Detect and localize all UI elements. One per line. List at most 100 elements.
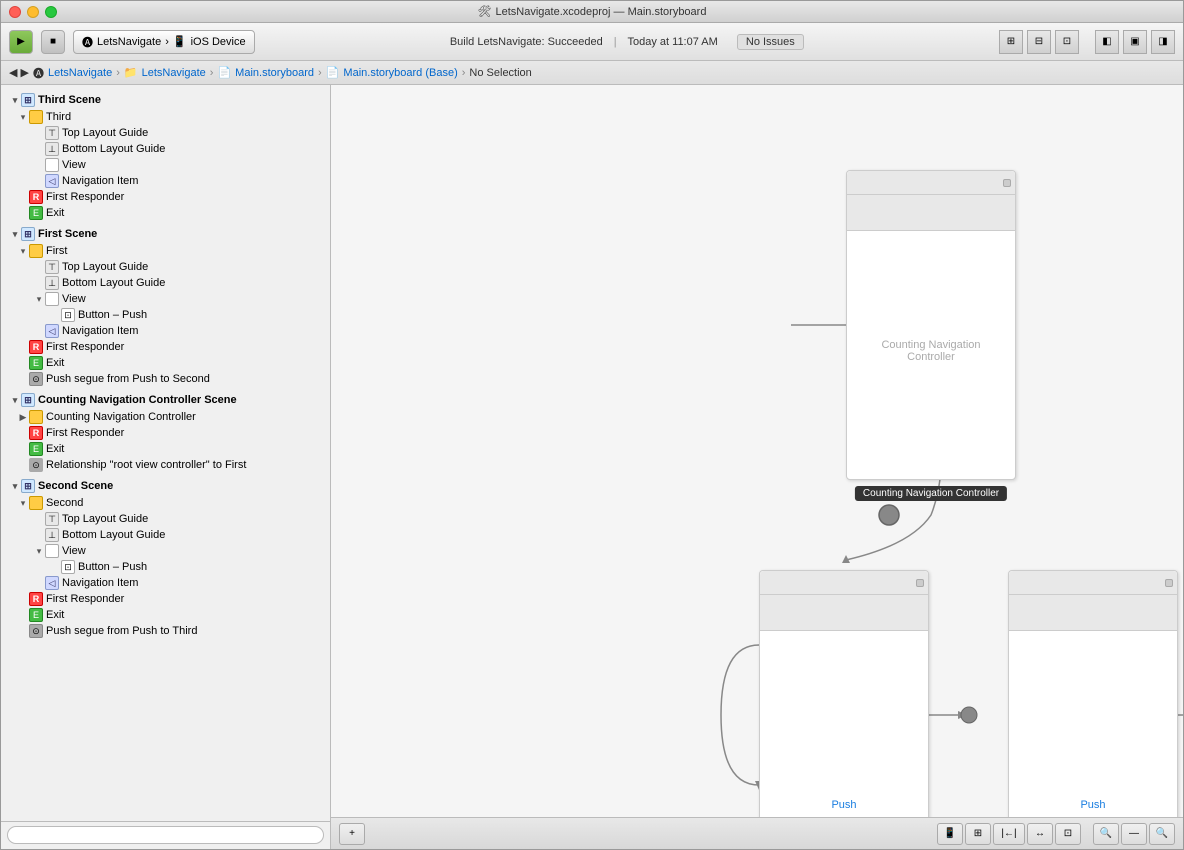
no-arrow bbox=[49, 309, 61, 321]
close-button[interactable] bbox=[9, 6, 21, 18]
first-scene-header[interactable]: ▾ ⊞ First Scene bbox=[1, 225, 330, 243]
nav-item-3[interactable]: ◁ Navigation Item bbox=[1, 575, 330, 591]
view-item-1[interactable]: View bbox=[1, 157, 330, 173]
bottom-layout-guide-3[interactable]: ⊥ Bottom Layout Guide bbox=[1, 527, 330, 543]
align-btn[interactable]: ⊞ bbox=[965, 823, 991, 845]
top-layout-label-3: Top Layout Guide bbox=[62, 513, 148, 525]
zoom-menu-btn[interactable]: — bbox=[1121, 823, 1147, 845]
first-vc-box[interactable]: Push Generic View Controller bbox=[759, 570, 929, 849]
button-push-1[interactable]: ⊡ Button – Push bbox=[1, 307, 330, 323]
second-vc-button[interactable]: Push bbox=[1080, 799, 1105, 811]
first-responder-label-1: First Responder bbox=[46, 191, 124, 203]
segue-icon: ⊙ bbox=[29, 624, 43, 638]
exit-4[interactable]: E Exit bbox=[1, 607, 330, 623]
segue-push-label-2: Push segue from Push to Third bbox=[46, 625, 197, 637]
second-scene-section: ▾ ⊞ Second Scene ▾ Second ⊤ Top bbox=[1, 475, 330, 641]
device-btn[interactable]: 📱 bbox=[937, 823, 963, 845]
exit-2[interactable]: E Exit bbox=[1, 355, 330, 371]
breadcrumb-letsnavigate[interactable]: LetsNavigate bbox=[48, 67, 112, 79]
relationship-item[interactable]: ⊙ Relationship "root view controller" to… bbox=[1, 457, 330, 473]
editor-standard-btn[interactable]: ⊞ bbox=[999, 30, 1023, 54]
zoom-out-btn[interactable]: 🔍 bbox=[1149, 823, 1175, 845]
counting-nav-scene-header[interactable]: ▾ ⊞ Counting Navigation Controller Scene bbox=[1, 391, 330, 409]
view-icon bbox=[45, 544, 59, 558]
no-arrow bbox=[33, 529, 45, 541]
counting-nav-scene-label: Counting Navigation Controller Scene bbox=[38, 394, 237, 406]
third-label: Third bbox=[46, 111, 71, 123]
view-label-1: View bbox=[62, 159, 86, 171]
second-scene-header[interactable]: ▾ ⊞ Second Scene bbox=[1, 477, 330, 495]
ctrl-dot bbox=[1165, 579, 1173, 587]
minimize-button[interactable] bbox=[27, 6, 39, 18]
bottom-toolbar: + 📱 ⊞ |←| ↔ ⊡ 🔍 — 🔍 bbox=[331, 817, 1183, 849]
canvas-area[interactable]: Counting NavigationController Counting N… bbox=[331, 85, 1183, 849]
top-layout-guide-2[interactable]: ⊤ Top Layout Guide bbox=[1, 259, 330, 275]
button-push-2[interactable]: ⊡ Button – Push bbox=[1, 559, 330, 575]
stop-button[interactable]: ■ bbox=[41, 30, 65, 54]
vc-icon bbox=[29, 110, 43, 124]
breadcrumb-mainstoryboard[interactable]: Main.storyboard bbox=[235, 67, 314, 79]
search-input[interactable] bbox=[7, 826, 324, 844]
no-arrow bbox=[33, 159, 45, 171]
exit-1[interactable]: E Exit bbox=[1, 205, 330, 221]
scene-icon: ⊞ bbox=[21, 93, 35, 107]
utilities-btn[interactable]: ◨ bbox=[1151, 30, 1175, 54]
add-object-btn[interactable]: + bbox=[339, 823, 365, 845]
embed-btn[interactable]: ⊡ bbox=[1055, 823, 1081, 845]
responder-icon: R bbox=[29, 592, 43, 606]
editor-version-btn[interactable]: ⊡ bbox=[1055, 30, 1079, 54]
first-responder-3[interactable]: R First Responder bbox=[1, 425, 330, 441]
counting-nav-ctrl[interactable]: ▶ Counting Navigation Controller bbox=[1, 409, 330, 425]
expand-arrow-nav-ctrl: ▶ bbox=[17, 411, 29, 423]
ctrl-header bbox=[760, 571, 928, 595]
breadcrumb-no-selection: No Selection bbox=[469, 67, 531, 79]
bottom-layout-label-2: Bottom Layout Guide bbox=[62, 277, 165, 289]
first-responder-label-4: First Responder bbox=[46, 593, 124, 605]
exit-icon: E bbox=[29, 356, 43, 370]
nav-controller-box[interactable]: Counting NavigationController Counting N… bbox=[846, 170, 1016, 480]
breadcrumb-letsnavigate2[interactable]: LetsNavigate bbox=[142, 67, 206, 79]
no-arrow bbox=[33, 143, 45, 155]
nav-item-2[interactable]: ◁ Navigation Item bbox=[1, 323, 330, 339]
bottom-layout-guide-1[interactable]: ⊥ Bottom Layout Guide bbox=[1, 141, 330, 157]
first-vc-button[interactable]: Push bbox=[831, 799, 856, 811]
no-arrow bbox=[49, 561, 61, 573]
first-responder-4[interactable]: R First Responder bbox=[1, 591, 330, 607]
debug-btn[interactable]: ▣ bbox=[1123, 30, 1147, 54]
scheme-name: LetsNavigate bbox=[97, 36, 161, 48]
no-arrow bbox=[33, 513, 45, 525]
top-layout-guide-1[interactable]: ⊤ Top Layout Guide bbox=[1, 125, 330, 141]
pin-btn[interactable]: |←| bbox=[993, 823, 1025, 845]
second-vc-box[interactable]: Push Generic View Controller bbox=[1008, 570, 1178, 849]
first-responder-2[interactable]: R First Responder bbox=[1, 339, 330, 355]
vc-icon bbox=[29, 244, 43, 258]
navigator-btn[interactable]: ◧ bbox=[1095, 30, 1119, 54]
zoom-in-btn[interactable]: 🔍 bbox=[1093, 823, 1119, 845]
resolve-btn[interactable]: ↔ bbox=[1027, 823, 1053, 845]
expand-arrow-first: ▾ bbox=[17, 245, 29, 257]
first-responder-label-3: First Responder bbox=[46, 427, 124, 439]
top-layout-guide-3[interactable]: ⊤ Top Layout Guide bbox=[1, 511, 330, 527]
breadcrumb-mainstoryboard-base[interactable]: Main.storyboard (Base) bbox=[343, 67, 457, 79]
nav-ctrl-icon bbox=[29, 410, 43, 424]
sep-2: › bbox=[210, 67, 214, 79]
segue-push-1[interactable]: ⊙ Push segue from Push to Second bbox=[1, 371, 330, 387]
view-item-2[interactable]: ▾ View bbox=[1, 291, 330, 307]
layout-icon: ⊥ bbox=[45, 276, 59, 290]
segue-push-2[interactable]: ⊙ Push segue from Push to Third bbox=[1, 623, 330, 639]
view-item-3[interactable]: ▾ View bbox=[1, 543, 330, 559]
exit-3[interactable]: E Exit bbox=[1, 441, 330, 457]
play-button[interactable]: ▶ bbox=[9, 30, 33, 54]
first-responder-1[interactable]: R First Responder bbox=[1, 189, 330, 205]
maximize-button[interactable] bbox=[45, 6, 57, 18]
no-arrow bbox=[33, 277, 45, 289]
second-item[interactable]: ▾ Second bbox=[1, 495, 330, 511]
bottom-layout-guide-2[interactable]: ⊥ Bottom Layout Guide bbox=[1, 275, 330, 291]
layout-icon: ⊤ bbox=[45, 126, 59, 140]
first-item[interactable]: ▾ First bbox=[1, 243, 330, 259]
third-scene-header[interactable]: ▾ ⊞ Third Scene bbox=[1, 91, 330, 109]
third-item[interactable]: ▾ Third bbox=[1, 109, 330, 125]
editor-assistant-btn[interactable]: ⊟ bbox=[1027, 30, 1051, 54]
nav-item-1[interactable]: ◁ Navigation Item bbox=[1, 173, 330, 189]
scheme-selector[interactable]: 🅐 LetsNavigate › 📱 iOS Device bbox=[73, 30, 255, 54]
